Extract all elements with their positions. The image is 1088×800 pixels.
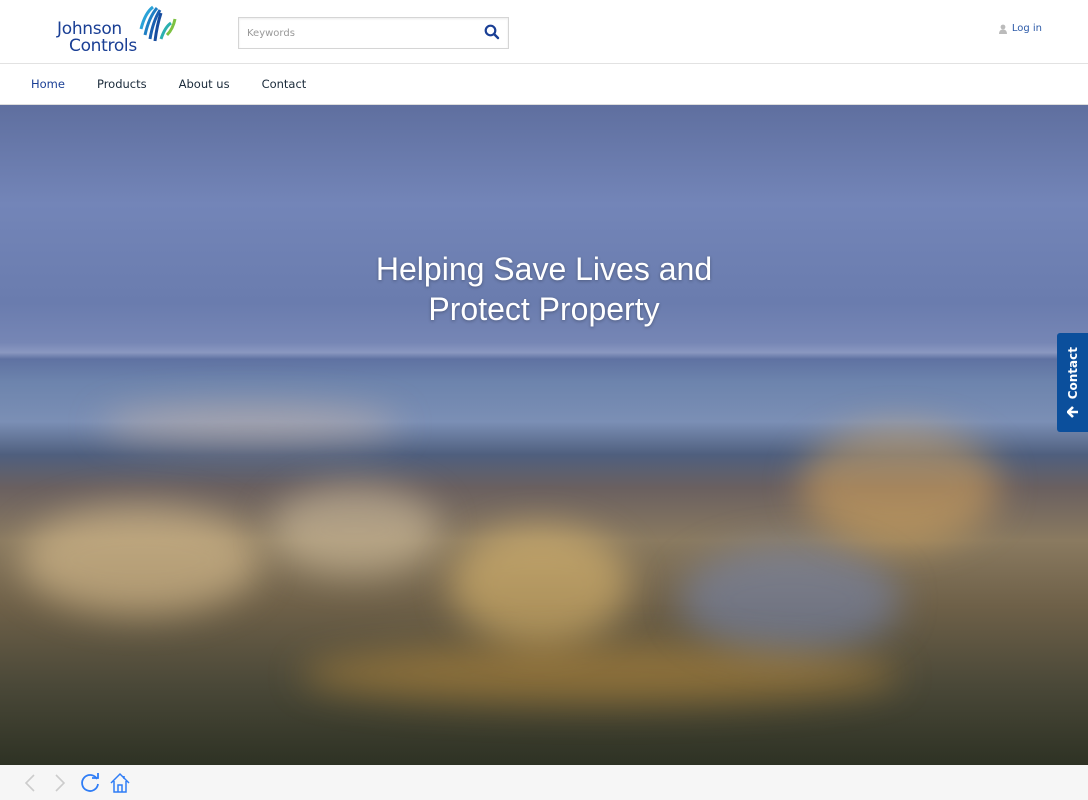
logo-text-line2: Controls xyxy=(69,36,137,56)
hero-image-plant xyxy=(450,525,630,645)
browser-toolbar xyxy=(0,765,1088,800)
hero-image-ship xyxy=(100,405,400,445)
hero-image-road xyxy=(300,645,900,705)
refresh-button[interactable] xyxy=(78,771,102,795)
contact-tab-label: Contact xyxy=(1065,347,1080,400)
main-nav: Home Products About us Contact xyxy=(0,64,1088,105)
home-button[interactable] xyxy=(108,771,132,795)
login-label: Log in xyxy=(1011,23,1042,34)
search-button[interactable] xyxy=(484,24,500,40)
hero-banner: Helping Save Lives and Protect Property xyxy=(0,105,1088,765)
arrow-left-icon xyxy=(1066,405,1078,418)
hero-image-tank xyxy=(20,505,260,615)
login-link[interactable]: Log in xyxy=(998,23,1042,34)
back-button[interactable] xyxy=(18,771,42,795)
header: JohnsonControls Log in xyxy=(0,0,1088,64)
nav-products[interactable]: Products xyxy=(97,77,147,91)
home-icon xyxy=(110,772,130,793)
johnson-controls-logo[interactable]: Johnson Controls xyxy=(57,5,182,59)
logo-mark-icon xyxy=(139,5,177,42)
user-icon xyxy=(998,24,1007,34)
hero-image-container-yard xyxy=(800,425,1000,545)
hero-image-tank xyxy=(270,485,440,575)
chevron-right-icon xyxy=(55,773,66,792)
nav-contact[interactable]: Contact xyxy=(262,77,307,91)
hero-headline: Helping Save Lives and Protect Property xyxy=(375,251,713,327)
nav-about-us[interactable]: About us xyxy=(179,77,230,91)
forward-button[interactable] xyxy=(48,771,72,795)
nav-home[interactable]: Home xyxy=(31,77,65,91)
refresh-icon xyxy=(81,772,99,792)
search-input[interactable] xyxy=(239,18,469,48)
contact-side-tab[interactable]: Contact xyxy=(1057,333,1088,432)
chevron-left-icon xyxy=(24,773,35,792)
search-box xyxy=(238,17,509,49)
hero-image-warehouse xyxy=(680,545,900,655)
search-icon xyxy=(484,24,500,40)
